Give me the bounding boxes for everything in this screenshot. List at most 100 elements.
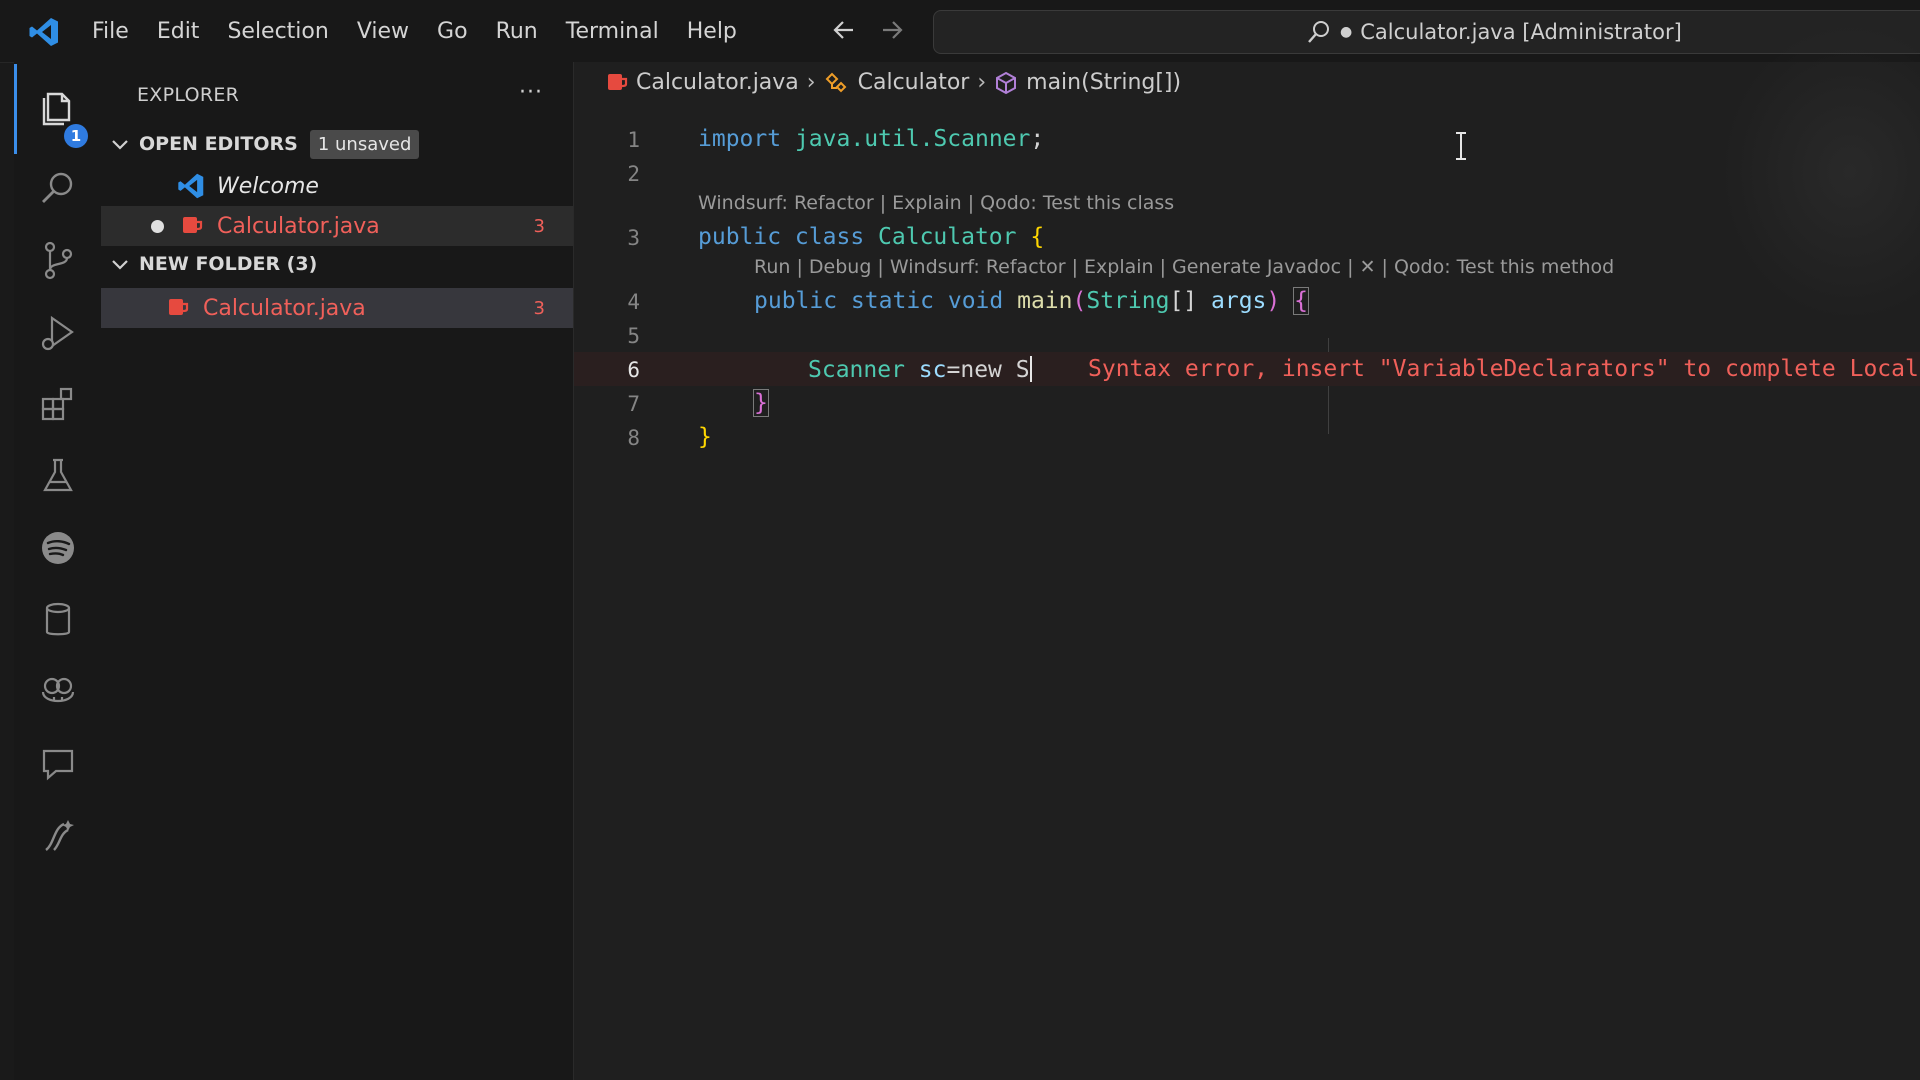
- breadcrumb: Calculator.java › Calculator › main(Stri…: [606, 70, 1181, 95]
- windsurf-icon[interactable]: [14, 806, 101, 866]
- chevron-down-icon: [112, 140, 128, 150]
- new-folder-section[interactable]: NEW FOLDER (3): [101, 246, 573, 282]
- line-number: 8: [627, 426, 640, 450]
- code-token: main: [1017, 288, 1073, 314]
- codelens-method[interactable]: Run | Debug | Windsurf: Refactor | Expla…: [754, 256, 1614, 280]
- code-line: 5: [574, 318, 1920, 352]
- unsaved-dot-icon[interactable]: [151, 219, 164, 233]
- code-line: 8 }: [574, 420, 1920, 454]
- dirty-marker: ●: [1340, 24, 1353, 40]
- welcome-label: Welcome: [217, 173, 319, 199]
- code-line: 7 }: [574, 386, 1920, 420]
- code-line: 1 import java.util.Scanner;: [574, 122, 1920, 156]
- line-number: 5: [627, 324, 640, 348]
- inline-error-message: Syntax error, insert "VariableDeclarator…: [1088, 356, 1919, 382]
- line-number: 1: [627, 128, 640, 152]
- folder-title: NEW FOLDER (3): [139, 253, 318, 275]
- vscode-window: File Edit Selection View Go Run Terminal…: [0, 0, 1920, 1080]
- menu-selection[interactable]: Selection: [213, 13, 342, 50]
- folder-file-calculator[interactable]: Calculator.java 3: [101, 288, 573, 328]
- source-control-icon[interactable]: [14, 230, 101, 290]
- menu-file[interactable]: File: [78, 13, 143, 50]
- run-debug-icon[interactable]: [14, 302, 101, 362]
- vscode-logo-icon: [178, 173, 204, 199]
- java-file-icon: [169, 299, 189, 315]
- class-icon: [825, 72, 847, 92]
- open-editors-title: OPEN EDITORS: [139, 133, 298, 155]
- menu-view[interactable]: View: [343, 13, 423, 50]
- code-line: 3 public class Calculator {: [574, 220, 1920, 254]
- menu-bar: File Edit Selection View Go Run Terminal…: [78, 0, 751, 62]
- explorer-header: EXPLORER: [137, 84, 240, 106]
- code-token: Calculator: [878, 224, 1017, 250]
- ibeam-cursor-icon: [1456, 132, 1466, 160]
- problem-count: 3: [533, 215, 545, 237]
- code-token: public static void: [754, 288, 1004, 314]
- code-token: {: [1293, 287, 1309, 315]
- code-token: }: [753, 389, 769, 417]
- code-line: 2: [574, 156, 1920, 190]
- text-cursor: [1029, 356, 1032, 382]
- line-number: 3: [627, 226, 640, 250]
- breadcrumb-class[interactable]: Calculator: [858, 70, 970, 95]
- open-editor-welcome[interactable]: Welcome: [101, 166, 573, 206]
- line-number: 6: [627, 358, 640, 382]
- explorer-sidebar: EXPLORER ··· OPEN EDITORS 1 unsaved Welc…: [101, 62, 574, 1080]
- back-arrow-icon[interactable]: [828, 14, 860, 46]
- navigation-arrows: [828, 14, 908, 46]
- java-file-icon: [183, 217, 203, 233]
- search-icon[interactable]: [14, 158, 101, 218]
- line-number: 7: [627, 392, 640, 416]
- testing-icon[interactable]: [14, 446, 101, 506]
- menu-help[interactable]: Help: [673, 13, 751, 50]
- vscode-logo-icon: [29, 18, 58, 46]
- open-editors-section[interactable]: OPEN EDITORS 1 unsaved: [101, 126, 573, 162]
- explorer-icon[interactable]: 1: [14, 76, 101, 148]
- breadcrumb-method[interactable]: main(String[]): [1026, 70, 1181, 95]
- activity-bar: 1: [14, 62, 102, 1080]
- codelens-class[interactable]: Windsurf: Refactor | Explain | Qodo: Tes…: [698, 192, 1174, 216]
- copilot-icon[interactable]: [14, 662, 101, 722]
- code-token: ): [1266, 288, 1281, 314]
- database-icon[interactable]: [14, 590, 101, 650]
- code-token: ;: [1030, 126, 1045, 152]
- code-token: Scanner: [808, 357, 905, 383]
- more-actions-icon[interactable]: ···: [519, 80, 543, 105]
- chevron-down-icon: [112, 260, 128, 270]
- method-icon: [996, 71, 1017, 94]
- code-line-error: 6 Scanner sc=new S Syntax error, insert …: [574, 352, 1920, 386]
- problem-count: 3: [533, 297, 545, 319]
- code-token: =new S: [946, 357, 1030, 383]
- menu-go[interactable]: Go: [423, 13, 482, 50]
- command-center-title: Calculator.java [Administrator]: [1360, 20, 1682, 44]
- code-line: 4 public static void main(String[] args)…: [574, 284, 1920, 318]
- code-token: {: [1030, 224, 1045, 250]
- menu-terminal[interactable]: Terminal: [552, 13, 673, 50]
- breadcrumb-file[interactable]: Calculator.java: [636, 70, 799, 95]
- chat-icon[interactable]: [14, 734, 101, 794]
- unsaved-badge: 1 unsaved: [309, 129, 420, 159]
- code-token: sc: [918, 357, 947, 383]
- code-token: import: [698, 126, 782, 152]
- chevron-right-icon: ›: [806, 70, 816, 95]
- code-token: public class: [698, 224, 865, 250]
- menu-run[interactable]: Run: [482, 13, 552, 50]
- java-file-icon: [608, 73, 628, 90]
- code-token: (: [1072, 288, 1087, 314]
- code-token: String: [1086, 288, 1170, 314]
- code-token: java.util.Scanner: [794, 126, 1031, 152]
- code-token: args: [1211, 288, 1267, 314]
- code-area[interactable]: 1 import java.util.Scanner; 2 Windsurf: …: [574, 98, 1920, 998]
- open-editor-calculator[interactable]: Calculator.java 3: [101, 206, 573, 246]
- explorer-badge: 1: [64, 124, 88, 148]
- editor-pane[interactable]: Calculator.java › Calculator › main(Stri…: [574, 22, 1920, 1080]
- line-number: 4: [627, 290, 640, 314]
- spotify-icon[interactable]: [14, 518, 101, 578]
- menu-edit[interactable]: Edit: [143, 13, 214, 50]
- title-bar: File Edit Selection View Go Run Terminal…: [0, 0, 1920, 63]
- forward-arrow-icon[interactable]: [876, 14, 908, 46]
- extensions-icon[interactable]: [14, 374, 101, 434]
- line-number: 2: [627, 162, 640, 186]
- calculator-open-label: Calculator.java: [217, 213, 380, 239]
- code-token: []: [1169, 288, 1198, 314]
